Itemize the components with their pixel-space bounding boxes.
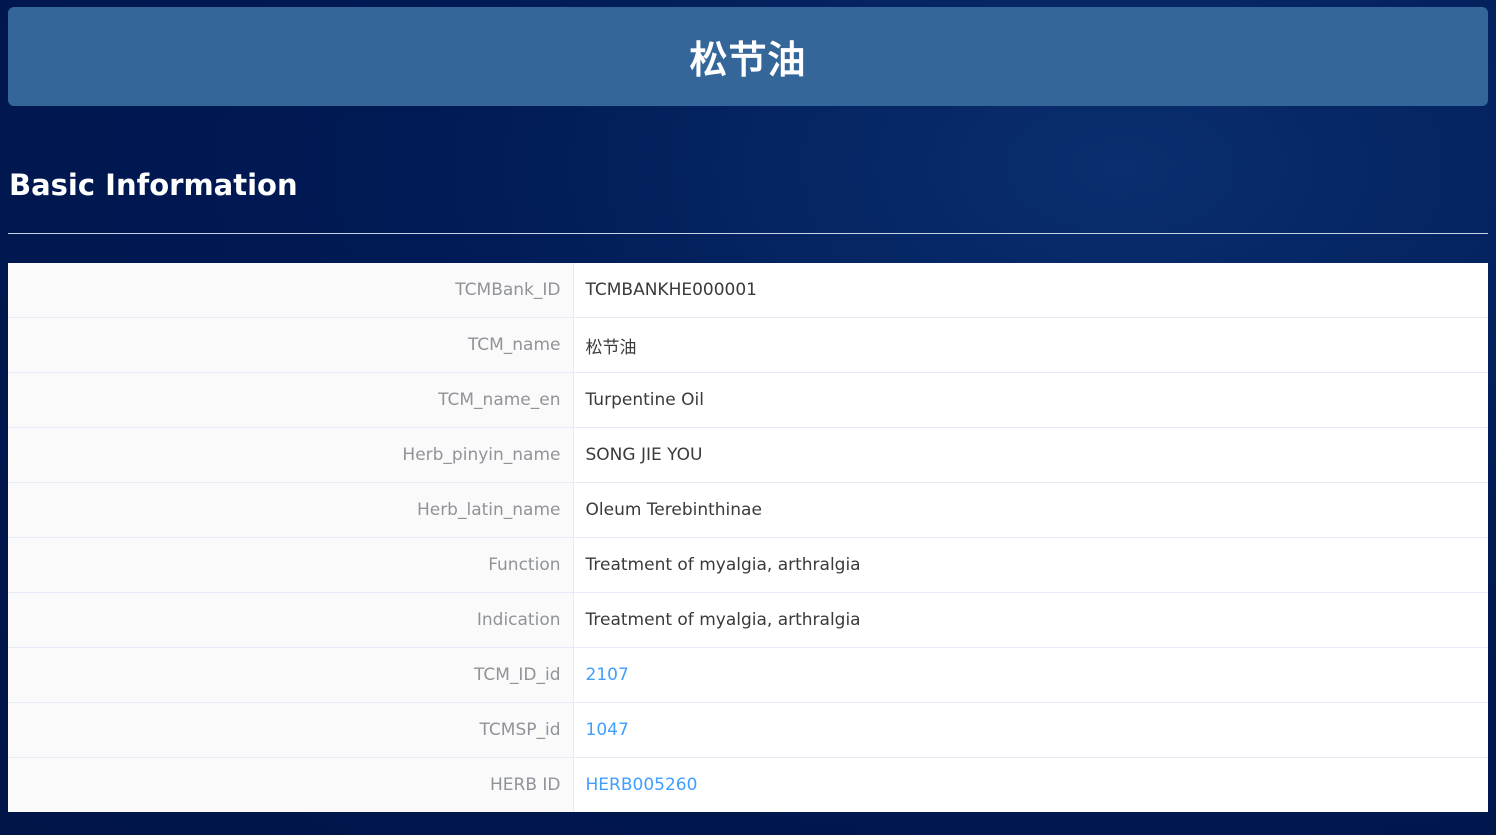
table-row: TCM_name_en Turpentine Oil [8, 372, 1488, 428]
row-label-tcm-name: TCM_name [8, 317, 574, 373]
row-label-tcmsp-id: TCMSP_id [8, 702, 574, 758]
table-row: TCM_name 松节油 [8, 317, 1488, 373]
table-row: TCMSP_id 1047 [8, 702, 1488, 758]
table-row: Function Treatment of myalgia, arthralgi… [8, 537, 1488, 593]
row-label-indication: Indication [8, 592, 574, 648]
tcm-id-link[interactable]: 2107 [586, 665, 629, 685]
table-row: HERB ID HERB005260 [8, 757, 1488, 813]
row-value-indication: Treatment of myalgia, arthralgia [573, 592, 1488, 648]
row-value-herb-id: HERB005260 [573, 758, 1488, 813]
row-label-herb-pinyin-name: Herb_pinyin_name [8, 427, 574, 483]
table-row: TCMBank_ID TCMBANKHE000001 [8, 263, 1488, 318]
row-value-tcmsp-id: 1047 [573, 702, 1488, 758]
row-value-tcm-name: 松节油 [573, 317, 1488, 373]
row-value-tcmbank-id: TCMBANKHE000001 [573, 263, 1488, 318]
section-title: Basic Information [9, 168, 298, 202]
row-value-herb-latin-name: Oleum Terebinthinae [573, 482, 1488, 538]
row-value-herb-pinyin-name: SONG JIE YOU [573, 427, 1488, 483]
herb-id-link[interactable]: HERB005260 [586, 775, 698, 795]
page-title: 松节油 [689, 38, 807, 82]
tcmsp-id-link[interactable]: 1047 [586, 720, 629, 740]
row-label-herb-latin-name: Herb_latin_name [8, 482, 574, 538]
row-label-tcm-name-en: TCM_name_en [8, 372, 574, 428]
page-header: 松节油 [8, 7, 1488, 106]
row-label-herb-id: HERB ID [8, 757, 574, 812]
table-row: Herb_latin_name Oleum Terebinthinae [8, 482, 1488, 538]
row-label-function: Function [8, 537, 574, 593]
table-row: TCM_ID_id 2107 [8, 647, 1488, 703]
row-value-tcm-name-en: Turpentine Oil [573, 372, 1488, 428]
row-value-function: Treatment of myalgia, arthralgia [573, 537, 1488, 593]
row-label-tcmbank-id: TCMBank_ID [8, 263, 574, 318]
table-row: Herb_pinyin_name SONG JIE YOU [8, 427, 1488, 483]
row-value-tcm-id-id: 2107 [573, 647, 1488, 703]
table-row: Indication Treatment of myalgia, arthral… [8, 592, 1488, 648]
basic-info-table: TCMBank_ID TCMBANKHE000001 TCM_name 松节油 … [8, 263, 1488, 812]
section-divider [8, 233, 1488, 234]
row-label-tcm-id-id: TCM_ID_id [8, 647, 574, 703]
